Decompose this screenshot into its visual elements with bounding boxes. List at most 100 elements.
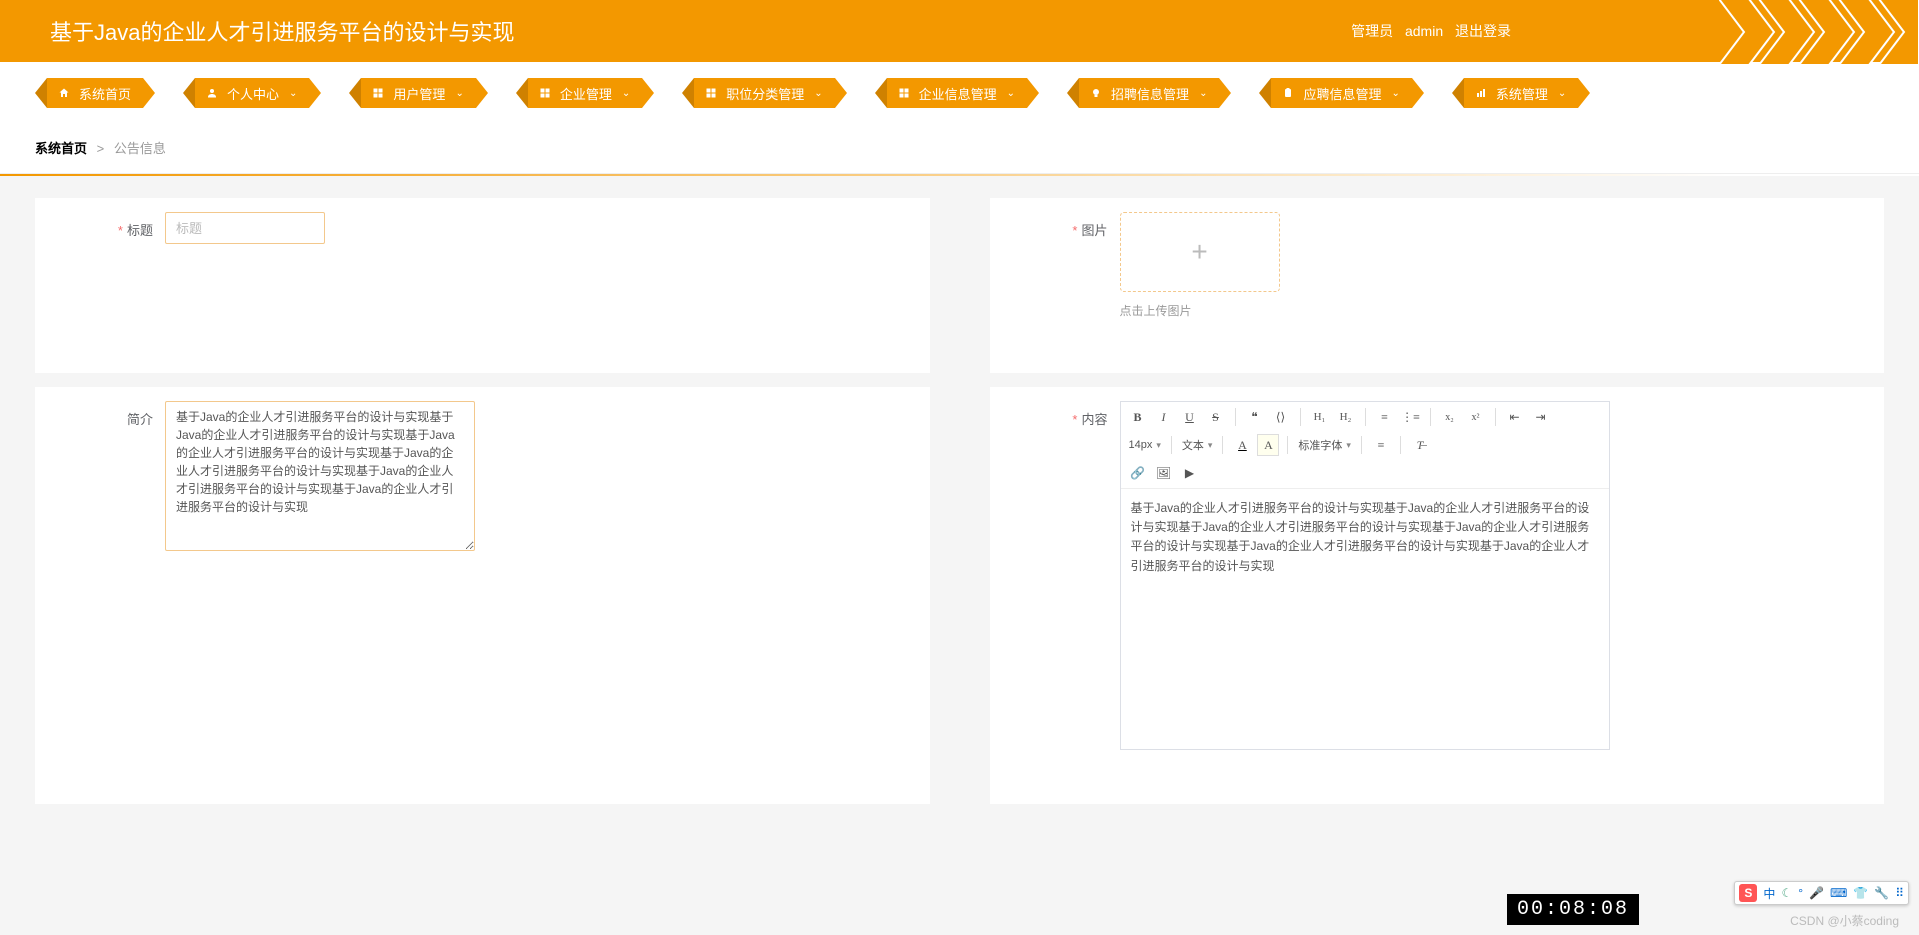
- panel-image: *图片 + 点击上传图片: [990, 198, 1885, 373]
- sup-icon[interactable]: x²: [1465, 406, 1487, 428]
- bgcolor-icon[interactable]: A: [1257, 434, 1279, 456]
- chart-icon: [1474, 86, 1488, 100]
- outdent-icon[interactable]: ⇥: [1530, 406, 1552, 428]
- home-icon: [57, 86, 71, 100]
- header-decor-arrows: [1719, 0, 1919, 65]
- nav-label: 企业信息管理: [919, 84, 997, 103]
- image-upload[interactable]: +: [1120, 212, 1280, 292]
- user-role: 管理员: [1351, 23, 1393, 39]
- video-icon[interactable]: ▶: [1179, 462, 1201, 484]
- quote-icon[interactable]: ❝: [1244, 406, 1266, 428]
- clip-icon: [1281, 86, 1295, 100]
- align-icon[interactable]: ≡: [1370, 434, 1392, 456]
- nav-item-8[interactable]: 系统管理 ⌄: [1452, 78, 1590, 108]
- nav-label: 系统首页: [79, 84, 131, 103]
- chevron-down-icon: ⌄: [1558, 88, 1566, 99]
- fontsize-select[interactable]: 14px▾: [1127, 434, 1163, 456]
- nav-label: 企业管理: [560, 84, 612, 103]
- ime-moon-icon[interactable]: ☾: [1781, 886, 1792, 900]
- main-nav: 系统首页 个人中心 ⌄ 用户管理 ⌄ 企业管理 ⌄ 职位分类管理 ⌄ 企业信息管理 ⌄ 招聘信息管理 ⌄…: [0, 64, 1919, 122]
- ime-lang[interactable]: 中: [1763, 885, 1775, 902]
- title-input[interactable]: [165, 212, 325, 244]
- h2-icon[interactable]: H₂: [1335, 406, 1357, 428]
- chevron-down-icon: ⌄: [1391, 88, 1399, 99]
- font-select[interactable]: 标准字体▾: [1296, 434, 1353, 456]
- app-header: 基于Java的企业人才引进服务平台的设计与实现 管理员 admin 退出登录: [0, 0, 1919, 64]
- image-icon[interactable]: 🖼: [1153, 462, 1175, 484]
- ime-mic-icon[interactable]: 🎤: [1809, 886, 1824, 900]
- ime-punct-icon[interactable]: °: [1798, 886, 1803, 900]
- sub-icon[interactable]: x₂: [1439, 406, 1461, 428]
- editor-content[interactable]: 基于Java的企业人才引进服务平台的设计与实现基于Java的企业人才引进服务平台…: [1121, 489, 1609, 749]
- nav-label: 招聘信息管理: [1111, 84, 1189, 103]
- plus-icon: +: [1191, 236, 1207, 268]
- watermark: CSDN @小蔡coding: [1790, 912, 1899, 929]
- breadcrumb: 系统首页 > 公告信息: [0, 122, 1919, 174]
- clear-icon[interactable]: T̶: [1409, 434, 1431, 456]
- code-icon[interactable]: ⟨⟩: [1270, 406, 1292, 428]
- recording-timer: 00:08:08: [1507, 894, 1639, 925]
- form-row-2: 简介 *内容 B I U S ❝ ⟨⟩ H₁ H₂ ≡: [0, 373, 1919, 804]
- upload-tip: 点击上传图片: [1120, 302, 1280, 319]
- ime-skin-icon[interactable]: 👕: [1853, 886, 1868, 900]
- content-label: *内容: [1010, 401, 1120, 428]
- panel-content: *内容 B I U S ❝ ⟨⟩ H₁ H₂ ≡ ⋮≡ x₂: [990, 387, 1885, 804]
- nav-item-4[interactable]: 职位分类管理 ⌄: [682, 78, 846, 108]
- chevron-down-icon: ⌄: [1199, 88, 1207, 99]
- editor-toolbar: B I U S ❝ ⟨⟩ H₁ H₂ ≡ ⋮≡ x₂ x²: [1121, 402, 1609, 489]
- nav-item-0[interactable]: 系统首页: [35, 78, 155, 108]
- style-select[interactable]: 文本▾: [1180, 434, 1215, 456]
- nav-label: 系统管理: [1496, 84, 1548, 103]
- nav-label: 应聘信息管理: [1303, 84, 1381, 103]
- h1-icon[interactable]: H₁: [1309, 406, 1331, 428]
- strike-icon[interactable]: S: [1205, 406, 1227, 428]
- ime-toolbar[interactable]: S 中 ☾ ° 🎤 ⌨ 👕 🔧 ⠿: [1734, 881, 1909, 905]
- rich-editor: B I U S ❝ ⟨⟩ H₁ H₂ ≡ ⋮≡ x₂ x²: [1120, 401, 1610, 750]
- app-title: 基于Java的企业人才引进服务平台的设计与实现: [50, 15, 514, 47]
- textcolor-icon[interactable]: A: [1231, 434, 1253, 456]
- nav-label: 个人中心: [227, 84, 279, 103]
- nav-item-6[interactable]: 招聘信息管理 ⌄: [1067, 78, 1231, 108]
- grid-icon: [897, 86, 911, 100]
- ime-logo-icon: S: [1739, 884, 1757, 902]
- user-icon: [205, 86, 219, 100]
- breadcrumb-current: 公告信息: [114, 141, 166, 156]
- title-label: *标题: [55, 212, 165, 239]
- ime-tool-icon[interactable]: 🔧: [1874, 886, 1889, 900]
- ime-kbd-icon[interactable]: ⌨: [1830, 886, 1847, 900]
- chevron-down-icon: ⌄: [289, 88, 297, 99]
- intro-textarea[interactable]: [165, 401, 475, 551]
- breadcrumb-home[interactable]: 系统首页: [35, 141, 87, 156]
- link-icon[interactable]: 🔗: [1127, 462, 1149, 484]
- nav-item-3[interactable]: 企业管理 ⌄: [516, 78, 654, 108]
- nav-item-1[interactable]: 个人中心 ⌄: [183, 78, 321, 108]
- panel-intro: 简介: [35, 387, 930, 804]
- underline-icon[interactable]: U: [1179, 406, 1201, 428]
- breadcrumb-sep: >: [97, 141, 105, 156]
- ime-menu-icon[interactable]: ⠿: [1895, 886, 1904, 900]
- header-user-area: 管理员 admin 退出登录: [1351, 21, 1519, 41]
- intro-label: 简介: [55, 401, 165, 428]
- nav-item-7[interactable]: 应聘信息管理 ⌄: [1259, 78, 1423, 108]
- bold-icon[interactable]: B: [1127, 406, 1149, 428]
- list-ol-icon[interactable]: ≡: [1374, 406, 1396, 428]
- chevron-down-icon: ⌄: [455, 88, 463, 99]
- chevron-down-icon: ⌄: [622, 88, 630, 99]
- grid-icon: [371, 86, 385, 100]
- bulb-icon: [1089, 86, 1103, 100]
- indent-icon[interactable]: ⇤: [1504, 406, 1526, 428]
- logout-link[interactable]: 退出登录: [1455, 23, 1511, 39]
- panel-title: *标题: [35, 198, 930, 373]
- image-label: *图片: [1010, 212, 1120, 239]
- user-name: admin: [1405, 23, 1443, 39]
- nav-label: 用户管理: [393, 84, 445, 103]
- chevron-down-icon: ⌄: [1007, 88, 1015, 99]
- nav-item-2[interactable]: 用户管理 ⌄: [349, 78, 487, 108]
- nav-label: 职位分类管理: [726, 84, 804, 103]
- nav-item-5[interactable]: 企业信息管理 ⌄: [875, 78, 1039, 108]
- form-row-1: *标题 *图片 + 点击上传图片: [0, 176, 1919, 373]
- italic-icon[interactable]: I: [1153, 406, 1175, 428]
- grid-icon: [704, 86, 718, 100]
- list-ul-icon[interactable]: ⋮≡: [1400, 406, 1422, 428]
- chevron-down-icon: ⌄: [814, 88, 822, 99]
